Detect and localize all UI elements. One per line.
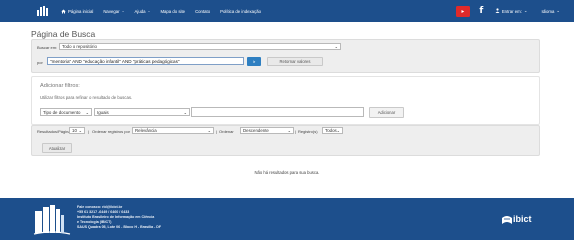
repository-logo-icon[interactable] (33, 203, 71, 235)
filters-description: Utilizar filtros para refinar o resultad… (40, 95, 133, 100)
reset-button[interactable]: Retornar valores (267, 57, 323, 66)
top-navbar: Página inicial Navegar ⌄ Ajuda ⌄ Mapa do… (0, 0, 574, 22)
order-value: Descendente (243, 128, 269, 133)
update-button[interactable]: Atualizar (42, 143, 72, 153)
chevron-down-icon: ⌄ (336, 128, 340, 133)
chevron-down-icon: ⌄ (287, 128, 291, 133)
search-panel: Buscar em: Todo o repositório ⌄ por "men… (31, 39, 540, 73)
sort-by-select[interactable]: Relevância ⌄ (132, 127, 214, 134)
query-label: por (37, 60, 43, 65)
chevron-down-icon: ⌄ (523, 8, 528, 13)
nav-links: Página inicial Navegar ⌄ Ajuda ⌄ Mapa do… (61, 0, 271, 22)
nav-item-browse[interactable]: Navegar ⌄ (103, 9, 124, 14)
user-icon (495, 8, 500, 14)
login-menu[interactable]: Entrar em: ⌄ (495, 8, 528, 14)
nav-item-sitemap[interactable]: Mapa do site (160, 9, 185, 14)
filter-field-value: Tipo de documento (43, 109, 81, 115)
filter-operator-select[interactable]: Iguais ⌄ (94, 108, 190, 116)
filters-panel: Adicionar filtros: Utilizar filtros para… (31, 76, 540, 125)
order-select[interactable]: Descendente ⌄ (240, 127, 294, 134)
footer-line: SAUS Quadra 05, Lote 06 - Bloco H - Bras… (77, 225, 162, 229)
chevron-down-icon: ⌄ (334, 44, 338, 49)
per-page-label: Resultados/Página (37, 129, 71, 134)
page-title: Página de Busca (31, 29, 96, 39)
nav-right: f Entrar em: ⌄ Idioma ⌄ (455, 0, 574, 22)
records-select[interactable]: Todos ⌄ (322, 127, 343, 134)
divider-pipe: | (295, 129, 297, 134)
no-results-message: Não há resultados para sua busca. (254, 170, 320, 175)
ibict-logo[interactable]: ibict (502, 214, 532, 224)
per-page-value: 10 (72, 128, 77, 133)
language-label: Idioma (541, 8, 555, 14)
per-page-select[interactable]: 10 ⌄ (69, 127, 85, 134)
scope-label: Buscar em: (37, 45, 58, 50)
chevron-down-icon: ⌄ (207, 128, 211, 133)
nav-item-help[interactable]: Ajuda ⌄ (135, 9, 151, 14)
ibict-wordmark: ibict (513, 214, 532, 224)
nav-item-label: Página inicial (68, 8, 94, 14)
nav-item-contact[interactable]: Contato (195, 9, 210, 14)
nav-item-label: Navegar (103, 8, 120, 14)
language-menu[interactable]: Idioma ⌄ (541, 8, 560, 14)
filter-value-input[interactable] (191, 107, 364, 117)
nav-item-label: Contato (195, 8, 211, 14)
search-query: "mentoria" AND "educação infantil" AND "… (50, 58, 180, 64)
youtube-icon[interactable] (455, 5, 470, 17)
chevron-down-icon: ⌄ (85, 110, 89, 115)
search-input[interactable]: "mentoria" AND "educação infantil" AND "… (47, 57, 244, 65)
nav-item-label: Mapa do site (160, 8, 186, 14)
chevron-down-icon: ⌄ (78, 128, 82, 133)
records-value: Todos (325, 128, 337, 133)
chevron-down-icon: ⌄ (147, 9, 151, 13)
divider-pipe: | (216, 129, 218, 134)
ibict-logo-icon (502, 215, 512, 224)
sort-by-value: Relevância (135, 128, 157, 133)
home-icon (61, 9, 66, 14)
add-filter-button[interactable]: Adicionar (369, 107, 404, 118)
results-controls-panel: Resultados/Página 10 ⌄ | Ordenar registr… (31, 125, 540, 156)
records-label: Registro(s) (298, 129, 318, 134)
order-label: Ordenar (219, 129, 234, 134)
nav-item-label: Política de indexação (220, 8, 261, 14)
sort-by-label: Ordenar registros por (92, 129, 131, 134)
go-button[interactable]: Ir (247, 57, 261, 66)
chevron-down-icon: ⌄ (183, 110, 187, 115)
filter-operator-value: Iguais (97, 109, 109, 115)
filter-field-select[interactable]: Tipo de documento ⌄ (40, 108, 92, 116)
footer: Fale conosco: rid@ibict.br +55 61 3217 -… (0, 198, 574, 240)
repository-logo-icon[interactable] (37, 6, 49, 16)
chevron-down-icon: ⌄ (121, 9, 125, 13)
filters-title: Adicionar filtros: (40, 83, 80, 89)
nav-item-label: Ajuda (134, 8, 146, 14)
footer-contact: Fale conosco: rid@ibict.br +55 61 3217 -… (77, 205, 161, 230)
divider-pipe: | (88, 129, 90, 134)
facebook-icon[interactable]: f (477, 6, 486, 17)
nav-item-home[interactable]: Página inicial (61, 9, 93, 14)
nav-item-indexing-policy[interactable]: Política de indexação (220, 9, 261, 14)
scope-select[interactable]: Todo o repositório ⌄ (59, 43, 341, 50)
scope-value: Todo o repositório (62, 44, 97, 49)
login-label: Entrar em: (501, 8, 522, 14)
chevron-down-icon: ⌄ (556, 8, 560, 13)
